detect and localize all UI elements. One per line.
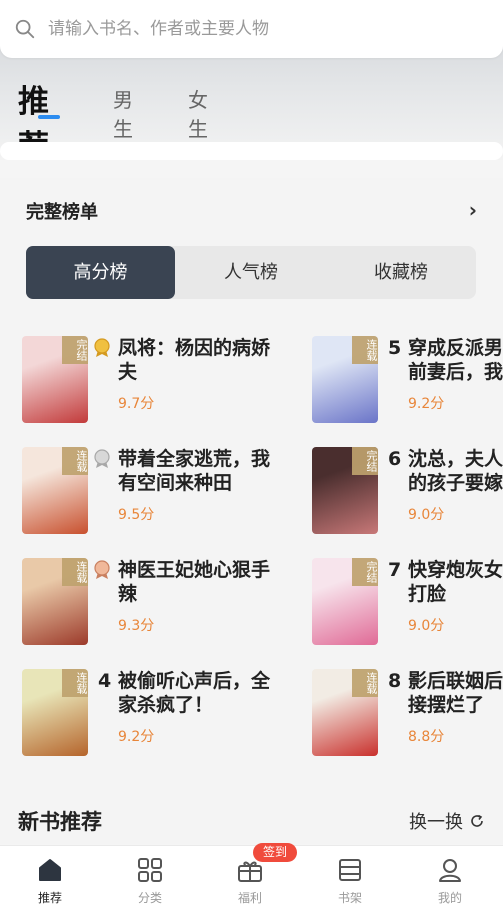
book-cover[interactable]: 完结 bbox=[312, 558, 378, 645]
segment-favorites[interactable]: 收藏榜 bbox=[326, 246, 476, 299]
book-status-badge: 连载 bbox=[352, 336, 378, 364]
book-status-badge: 连载 bbox=[352, 669, 378, 697]
book-cover[interactable]: 连载 bbox=[312, 336, 378, 423]
ranking-section: 完整榜单 › 高分榜 人气榜 收藏榜 完结 凤将：杨因的病娇 夫 9.7分 连载 带着全… bbox=[0, 178, 503, 782]
book-score: 9.5分 bbox=[118, 507, 155, 523]
active-tab-indicator bbox=[38, 115, 60, 119]
nav-recommend[interactable]: 推荐 bbox=[0, 846, 100, 907]
segment-high-score[interactable]: 高分榜 bbox=[26, 246, 175, 299]
search-input[interactable] bbox=[48, 19, 468, 39]
medal-icon bbox=[94, 338, 110, 357]
book-title[interactable]: 穿成反派男 前妻后，我 bbox=[408, 336, 503, 386]
book-item[interactable]: 完结 7 快穿炮灰女 打脸 9.0分 bbox=[312, 558, 503, 648]
book-score: 9.2分 bbox=[118, 729, 155, 745]
nav-label-profile: 我的 bbox=[437, 891, 462, 905]
medal-icon bbox=[94, 449, 110, 468]
grid-icon bbox=[138, 858, 162, 882]
tab-female[interactable]: 女生 bbox=[188, 84, 208, 142]
book-score: 9.7分 bbox=[118, 396, 155, 412]
nav-category[interactable]: 分类 bbox=[100, 846, 200, 907]
book-score: 8.8分 bbox=[408, 729, 445, 745]
medal-icon bbox=[94, 560, 110, 579]
book-item[interactable]: 连载 带着全家逃荒，我 有空间来种田 9.5分 bbox=[22, 447, 312, 537]
book-item[interactable]: 连载 5 穿成反派男 前妻后，我 9.2分 bbox=[312, 336, 503, 426]
book-status-badge: 完结 bbox=[352, 558, 378, 586]
refresh-icon bbox=[471, 814, 483, 827]
book-title[interactable]: 带着全家逃荒，我 有空间来种田 bbox=[118, 447, 310, 497]
book-status-badge: 连载 bbox=[62, 447, 88, 475]
book-cover[interactable]: 连载 bbox=[22, 558, 88, 645]
book-cover[interactable]: 连载 bbox=[312, 669, 378, 756]
book-title[interactable]: 凤将：杨因的病娇 夫 bbox=[118, 336, 310, 386]
tab-male[interactable]: 男生 bbox=[113, 84, 133, 142]
swap-label: 换一换 bbox=[409, 812, 463, 833]
book-item[interactable]: 连载 神医王妃她心狠手 辣 9.3分 bbox=[22, 558, 312, 648]
signin-badge[interactable]: 签到 bbox=[253, 843, 297, 862]
bottom-navigation: 推荐 分类 福利 书架 我的 bbox=[0, 845, 503, 907]
book-score: 9.3分 bbox=[118, 618, 155, 634]
bookshelf-icon bbox=[339, 859, 361, 881]
book-cover[interactable]: 完结 bbox=[22, 336, 88, 423]
book-status-badge: 完结 bbox=[62, 336, 88, 364]
book-rank-number: 6 bbox=[388, 448, 402, 470]
home-icon bbox=[39, 859, 61, 881]
book-rank-number: 8 bbox=[388, 670, 402, 692]
book-status-badge: 完结 bbox=[352, 447, 378, 475]
book-score: 9.0分 bbox=[408, 507, 445, 523]
search-bar[interactable] bbox=[0, 0, 503, 58]
book-status-badge: 连载 bbox=[62, 558, 88, 586]
book-item[interactable]: 连载 4 被偷听心声后，全 家杀疯了！ 9.2分 bbox=[22, 669, 312, 759]
book-score: 9.0分 bbox=[408, 618, 445, 634]
book-title[interactable]: 影后联姻后 接摆烂了 bbox=[408, 669, 503, 719]
book-title[interactable]: 被偷听心声后，全 家杀疯了！ bbox=[118, 669, 310, 719]
book-rank-number: 7 bbox=[388, 559, 402, 581]
new-books-title: 新书推荐 bbox=[18, 810, 102, 834]
chevron-right-icon[interactable]: › bbox=[469, 198, 477, 222]
nav-label-recommend: 推荐 bbox=[37, 891, 62, 905]
nav-profile[interactable]: 我的 bbox=[400, 846, 500, 907]
book-item[interactable]: 完结 6 沈总，夫人 的孩子要嫁 9.0分 bbox=[312, 447, 503, 537]
nav-bookshelf[interactable]: 书架 bbox=[300, 846, 400, 907]
book-cover[interactable]: 完结 bbox=[312, 447, 378, 534]
segment-popularity[interactable]: 人气榜 bbox=[176, 246, 326, 299]
swap-button[interactable]: 换一换 bbox=[409, 808, 485, 834]
banner-strip bbox=[0, 142, 503, 160]
book-item[interactable]: 连载 8 影后联姻后 接摆烂了 8.8分 bbox=[312, 669, 503, 759]
book-rank-number: 4 bbox=[98, 670, 112, 692]
nav-label-bookshelf: 书架 bbox=[337, 891, 362, 905]
book-rank-number: 5 bbox=[388, 337, 402, 359]
book-cover[interactable]: 连载 bbox=[22, 669, 88, 756]
search-icon bbox=[15, 19, 35, 39]
user-icon bbox=[439, 859, 461, 882]
nav-label-category: 分类 bbox=[137, 891, 162, 905]
book-title[interactable]: 神医王妃她心狠手 辣 bbox=[118, 558, 310, 608]
ranking-segment-control: 高分榜 人气榜 收藏榜 bbox=[26, 246, 476, 299]
new-books-section: 新书推荐 换一换 bbox=[0, 782, 503, 844]
nav-label-welfare: 福利 bbox=[237, 891, 262, 905]
book-status-badge: 连载 bbox=[62, 669, 88, 697]
book-item[interactable]: 完结 凤将：杨因的病娇 夫 9.7分 bbox=[22, 336, 312, 426]
book-title[interactable]: 快穿炮灰女 打脸 bbox=[408, 558, 503, 608]
book-score: 9.2分 bbox=[408, 396, 445, 412]
book-cover[interactable]: 连载 bbox=[22, 447, 88, 534]
book-title[interactable]: 沈总，夫人 的孩子要嫁 bbox=[408, 447, 503, 497]
ranking-title: 完整榜单 bbox=[26, 202, 98, 223]
